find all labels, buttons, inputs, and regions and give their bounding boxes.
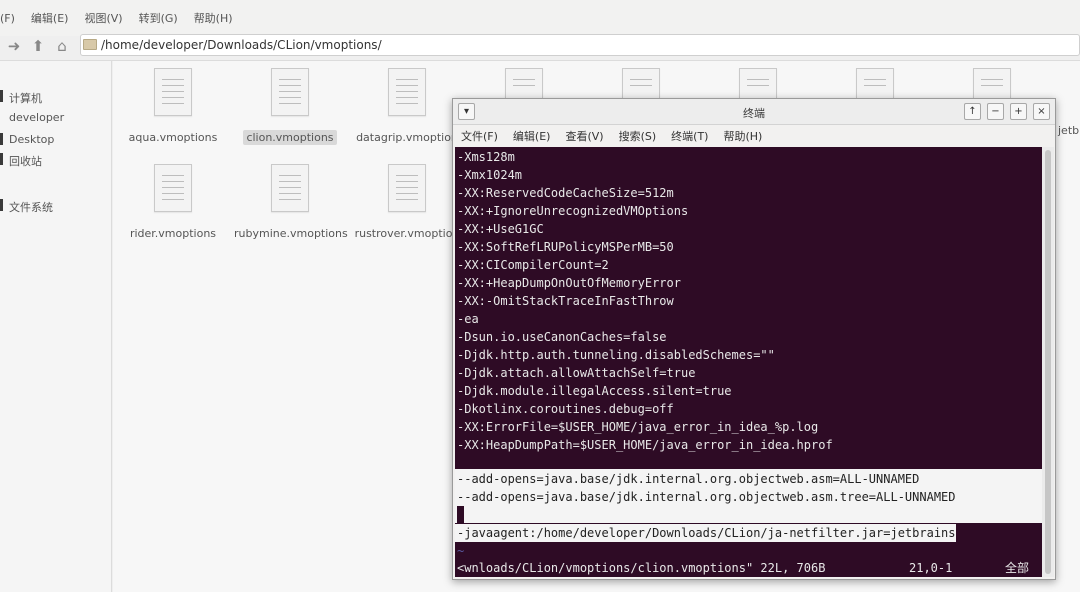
keep-above-button[interactable]: ↑ bbox=[964, 103, 981, 120]
nav-toolbar: ➜ ⬆ ⌂ bbox=[0, 36, 72, 56]
javaagent-line: -javaagent:/home/developer/Downloads/CLi… bbox=[455, 524, 956, 542]
text-cursor bbox=[457, 506, 464, 524]
terminal-menubar: 文件(F) 编辑(E) 查看(V) 搜索(S) 终端(T) 帮助(H) bbox=[453, 126, 1055, 146]
document-icon bbox=[388, 164, 426, 212]
sidebar-item-filesystem[interactable]: 文件系统 bbox=[9, 199, 53, 215]
terminal-menu-help[interactable]: 帮助(H) bbox=[723, 128, 762, 144]
computer-icon bbox=[0, 90, 3, 102]
file-item[interactable]: rubymine.vmoptions bbox=[231, 164, 349, 241]
location-path: /home/developer/Downloads/CLion/vmoption… bbox=[101, 38, 382, 52]
terminal-body[interactable]: -Xms128m -Xmx1024m -XX:ReservedCodeCache… bbox=[455, 147, 1042, 577]
terminal-line: -XX:-OmitStackTraceInFastThrow bbox=[457, 294, 674, 308]
up-arrow-icon[interactable]: ⬆ bbox=[28, 37, 48, 55]
home-icon[interactable]: ⌂ bbox=[52, 37, 72, 55]
terminal-line-selected: --add-opens=java.base/jdk.internal.org.o… bbox=[457, 490, 956, 504]
file-name-partial: jetb bbox=[1058, 124, 1080, 137]
file-name: rubymine.vmoptions bbox=[234, 227, 348, 240]
terminal-menu-file[interactable]: 文件(F) bbox=[461, 128, 498, 144]
maximize-button[interactable]: + bbox=[1010, 103, 1027, 120]
terminal-line: -XX:ReservedCodeCacheSize=512m bbox=[457, 186, 674, 200]
document-icon bbox=[271, 68, 309, 116]
folder-icon bbox=[83, 39, 97, 50]
menu-go[interactable]: 转到(G) bbox=[139, 10, 178, 26]
desktop-icon bbox=[0, 133, 3, 145]
minimize-button[interactable]: − bbox=[987, 103, 1004, 120]
vim-status-file: <wnloads/CLion/vmoptions/clion.vmoptions… bbox=[457, 561, 826, 575]
sidebar-item-developer[interactable]: developer bbox=[9, 111, 64, 124]
file-name: clion.vmoptions bbox=[243, 130, 337, 145]
terminal-line: -Dsun.io.useCanonCaches=false bbox=[457, 330, 667, 344]
terminal-menu-edit[interactable]: 编辑(E) bbox=[513, 128, 551, 144]
file-name: aqua.vmoptions bbox=[128, 131, 218, 144]
menu-view[interactable]: 视图(V) bbox=[84, 10, 122, 26]
terminal-window: ▾ 终端 ↑ − + × 文件(F) 编辑(E) 查看(V) 搜索(S) 终端(… bbox=[452, 98, 1056, 580]
file-item[interactable]: rustrover.vmoption bbox=[348, 164, 466, 241]
file-item[interactable]: aqua.vmoptions bbox=[114, 68, 232, 145]
vim-status-scope: 全部 bbox=[1005, 561, 1030, 575]
terminal-line: -Djdk.module.illegalAccess.silent=true bbox=[457, 384, 732, 398]
terminal-line: -Djdk.attach.allowAttachSelf=true bbox=[457, 366, 696, 380]
terminal-menu-search[interactable]: 搜索(S) bbox=[619, 128, 657, 144]
document-icon bbox=[271, 164, 309, 212]
document-icon bbox=[154, 164, 192, 212]
terminal-line: -XX:+UseG1GC bbox=[457, 222, 544, 236]
location-bar[interactable]: /home/developer/Downloads/CLion/vmoption… bbox=[80, 34, 1080, 56]
terminal-line: -Xms128m bbox=[457, 150, 515, 164]
file-item[interactable]: clion.vmoptions bbox=[231, 68, 349, 145]
terminal-menu-view[interactable]: 查看(V) bbox=[565, 128, 603, 144]
file-item[interactable]: rider.vmoptions bbox=[114, 164, 232, 241]
sidebar: 计算机 developer Desktop 回收站 文件系统 bbox=[0, 61, 112, 592]
sidebar-item-desktop[interactable]: Desktop bbox=[9, 133, 54, 146]
terminal-line: -XX:+IgnoreUnrecognizedVMOptions bbox=[457, 204, 689, 218]
menu-edit[interactable]: 编辑(E) bbox=[31, 10, 69, 26]
sidebar-item-computer[interactable]: 计算机 bbox=[9, 90, 42, 106]
file-name: rustrover.vmoption bbox=[354, 227, 460, 240]
scrollbar-thumb[interactable] bbox=[1045, 150, 1051, 574]
terminal-scrollbar[interactable] bbox=[1042, 147, 1054, 577]
file-name: datagrip.vmoption bbox=[356, 131, 458, 144]
terminal-line: -ea bbox=[457, 312, 479, 326]
document-icon bbox=[388, 68, 426, 116]
terminal-line: -XX:ErrorFile=$USER_HOME/java_error_in_i… bbox=[457, 420, 819, 434]
terminal-line: -XX:SoftRefLRUPolicyMSPerMB=50 bbox=[457, 240, 674, 254]
close-button[interactable]: × bbox=[1033, 103, 1050, 120]
menu-help[interactable]: 帮助(H) bbox=[194, 10, 233, 26]
file-manager-menubar: (F) 编辑(E) 视图(V) 转到(G) 帮助(H) bbox=[0, 0, 1080, 36]
document-icon bbox=[154, 68, 192, 116]
terminal-line: -Djdk.http.auth.tunneling.disabledScheme… bbox=[457, 348, 775, 362]
menu-file[interactable]: (F) bbox=[0, 12, 15, 25]
terminal-titlebar[interactable]: ▾ 终端 ↑ − + × bbox=[453, 99, 1055, 125]
terminal-line: -XX:+HeapDumpOnOutOfMemoryError bbox=[457, 276, 681, 290]
terminal-menu-terminal[interactable]: 终端(T) bbox=[671, 128, 708, 144]
trash-icon bbox=[0, 153, 3, 165]
terminal-line: -XX:HeapDumpPath=$USER_HOME/java_error_i… bbox=[457, 438, 833, 452]
forward-arrow-icon[interactable]: ➜ bbox=[4, 37, 24, 55]
terminal-line-selected: --add-opens=java.base/jdk.internal.org.o… bbox=[457, 472, 920, 486]
vim-status-position: 21,0-1 bbox=[909, 561, 953, 575]
sidebar-item-trash[interactable]: 回收站 bbox=[9, 153, 42, 169]
file-item[interactable]: datagrip.vmoption bbox=[348, 68, 466, 145]
terminal-line: -XX:CICompilerCount=2 bbox=[457, 258, 609, 272]
file-name: rider.vmoptions bbox=[129, 227, 217, 240]
terminal-line: -Xmx1024m bbox=[457, 168, 523, 182]
terminal-line-selected: -javaagent:/home/developer/Downloads/CLi… bbox=[455, 524, 956, 542]
filesystem-icon bbox=[0, 199, 3, 211]
vim-tilde: ~ bbox=[457, 544, 465, 558]
terminal-line: -Dkotlinx.coroutines.debug=off bbox=[457, 402, 674, 416]
